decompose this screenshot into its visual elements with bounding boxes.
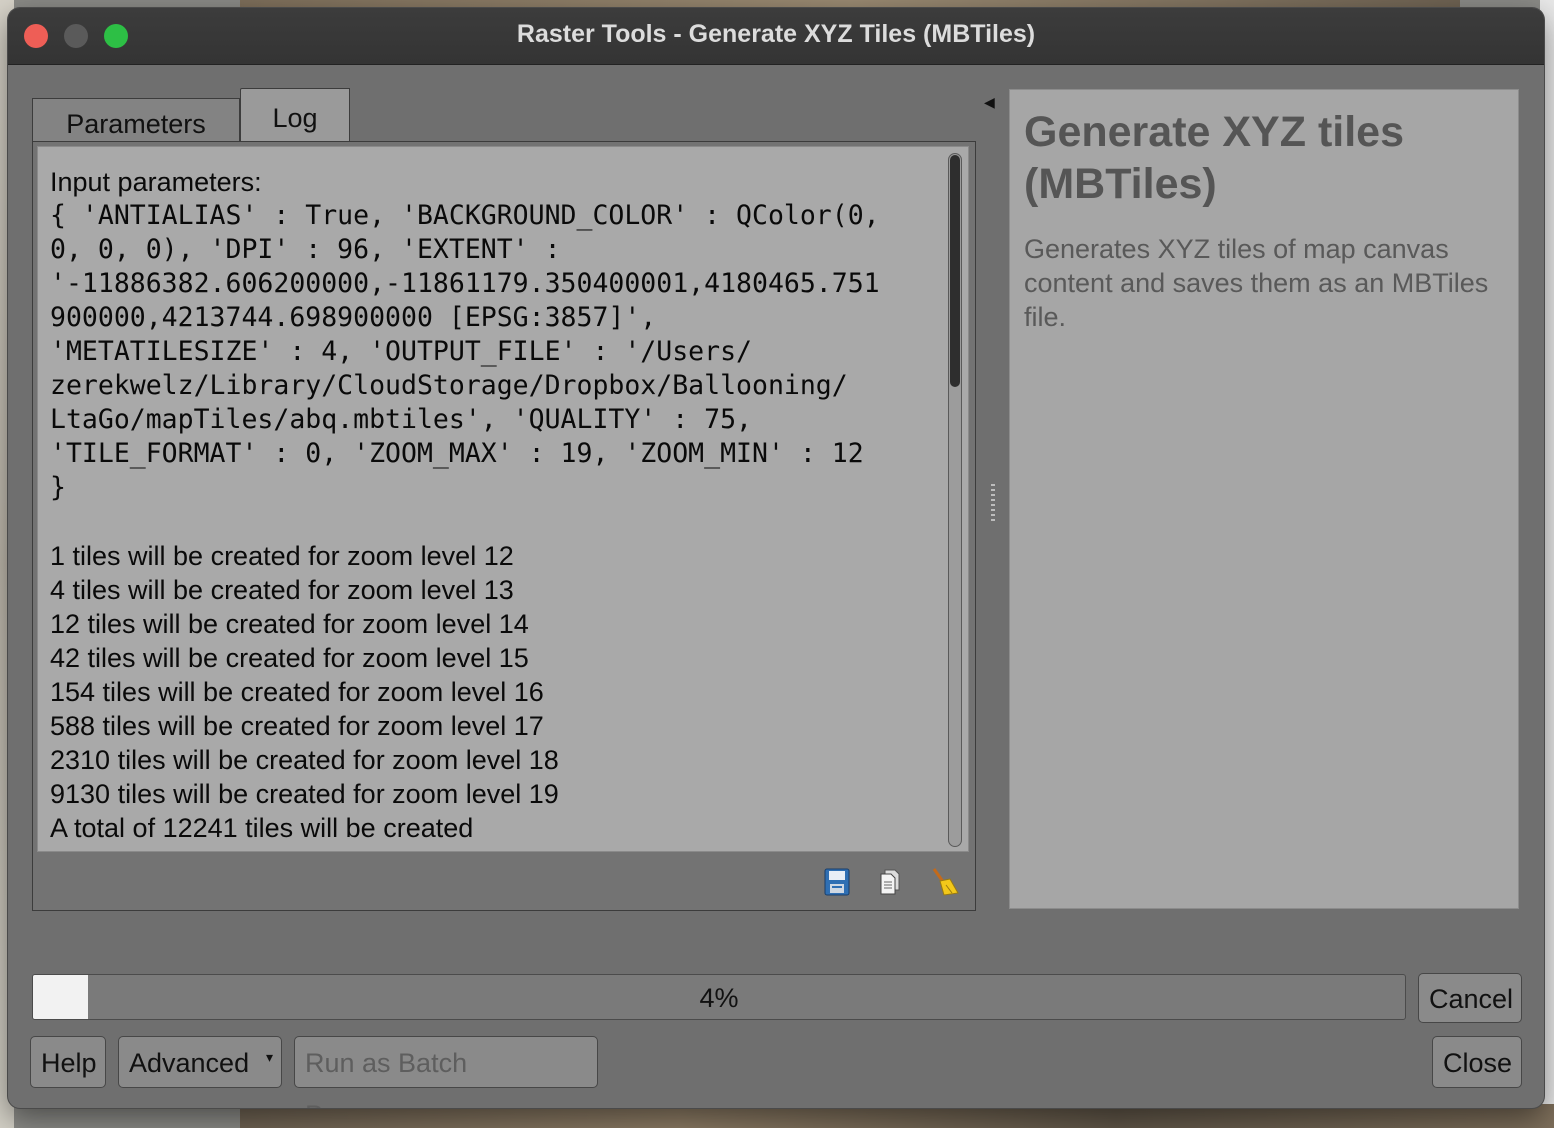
cancel-button[interactable]: Cancel bbox=[1418, 973, 1522, 1023]
log-params-block: { 'ANTIALIAS' : True, 'BACKGROUND_COLOR'… bbox=[50, 199, 930, 505]
log-param-line: 0, 0, 0), 'DPI' : 96, 'EXTENT' : bbox=[50, 234, 561, 265]
log-content: Input parameters: { 'ANTIALIAS' : True, … bbox=[50, 147, 930, 845]
advanced-button[interactable]: Advanced ▾ bbox=[118, 1036, 282, 1088]
log-scrollbar[interactable] bbox=[948, 153, 962, 847]
log-toolbar bbox=[821, 862, 961, 902]
copy-log-icon[interactable] bbox=[875, 866, 907, 898]
progress-bar: 4% bbox=[32, 974, 1406, 1020]
log-param-line: 900000,4213744.698900000 [EPSG:3857]', bbox=[50, 302, 657, 333]
log-tiles-block: 1 tiles will be created for zoom level 1… bbox=[50, 539, 930, 845]
panel-splitter[interactable] bbox=[991, 484, 995, 524]
advanced-button-label: Advanced bbox=[129, 1048, 250, 1078]
tab-parameters[interactable]: Parameters bbox=[32, 98, 240, 142]
log-param-line: zerekwelz/Library/CloudStorage/Dropbox/B… bbox=[50, 370, 848, 401]
progress-label: 4% bbox=[699, 983, 739, 1013]
log-param-line: { 'ANTIALIAS' : True, 'BACKGROUND_COLOR'… bbox=[50, 200, 880, 231]
tab-log[interactable]: Log bbox=[240, 88, 350, 144]
log-panel: Input parameters: { 'ANTIALIAS' : True, … bbox=[32, 141, 976, 911]
help-button[interactable]: Help bbox=[30, 1036, 106, 1088]
title-bar: Raster Tools - Generate XYZ Tiles (MBTil… bbox=[8, 8, 1544, 65]
log-output[interactable]: Input parameters: { 'ANTIALIAS' : True, … bbox=[37, 146, 969, 852]
log-tile-line: 4 tiles will be created for zoom level 1… bbox=[50, 575, 514, 605]
log-tile-line: 12 tiles will be created for zoom level … bbox=[50, 609, 529, 639]
log-cutoff-line bbox=[50, 147, 930, 165]
window-title: Raster Tools - Generate XYZ Tiles (MBTil… bbox=[516, 20, 1036, 48]
run-batch-button[interactable]: Run as Batch Process… bbox=[294, 1036, 598, 1108]
log-tile-line: 1 tiles will be created for zoom level 1… bbox=[50, 541, 514, 571]
log-tile-line: A total of 12241 tiles will be created bbox=[50, 813, 474, 843]
collapse-help-icon[interactable]: ◀ bbox=[984, 94, 995, 111]
clear-log-icon[interactable] bbox=[929, 866, 961, 898]
dialog-window: Raster Tools - Generate XYZ Tiles (MBTil… bbox=[8, 8, 1544, 1108]
log-tile-line: 2310 tiles will be created for zoom leve… bbox=[50, 745, 559, 775]
log-param-line: 'METATILESIZE' : 4, 'OUTPUT_FILE' : '/Us… bbox=[50, 336, 752, 367]
log-param-line: LtaGo/mapTiles/abq.mbtiles', 'QUALITY' :… bbox=[50, 404, 752, 435]
log-param-line: 'TILE_FORMAT' : 0, 'ZOOM_MAX' : 19, 'ZOO… bbox=[50, 438, 864, 469]
save-log-icon[interactable] bbox=[821, 866, 853, 898]
log-param-line: } bbox=[50, 472, 66, 503]
log-heading: Input parameters: bbox=[50, 167, 262, 197]
help-panel: Generate XYZ tiles (MBTiles) Generates X… bbox=[1009, 89, 1519, 909]
log-param-line: '-11886382.606200000,-11861179.350400001… bbox=[50, 268, 880, 299]
help-description: Generates XYZ tiles of map canvas conten… bbox=[1024, 234, 1489, 332]
log-tile-line: 154 tiles will be created for zoom level… bbox=[50, 677, 544, 707]
log-tile-line: 42 tiles will be created for zoom level … bbox=[50, 643, 529, 673]
log-tile-line: 588 tiles will be created for zoom level… bbox=[50, 711, 544, 741]
help-title: Generate XYZ tiles (MBTiles) bbox=[1024, 108, 1404, 208]
close-button[interactable]: Close bbox=[1432, 1036, 1522, 1088]
log-scrollbar-thumb[interactable] bbox=[950, 155, 960, 387]
log-tile-line: 9130 tiles will be created for zoom leve… bbox=[50, 779, 559, 809]
chevron-down-icon: ▾ bbox=[265, 1049, 273, 1065]
